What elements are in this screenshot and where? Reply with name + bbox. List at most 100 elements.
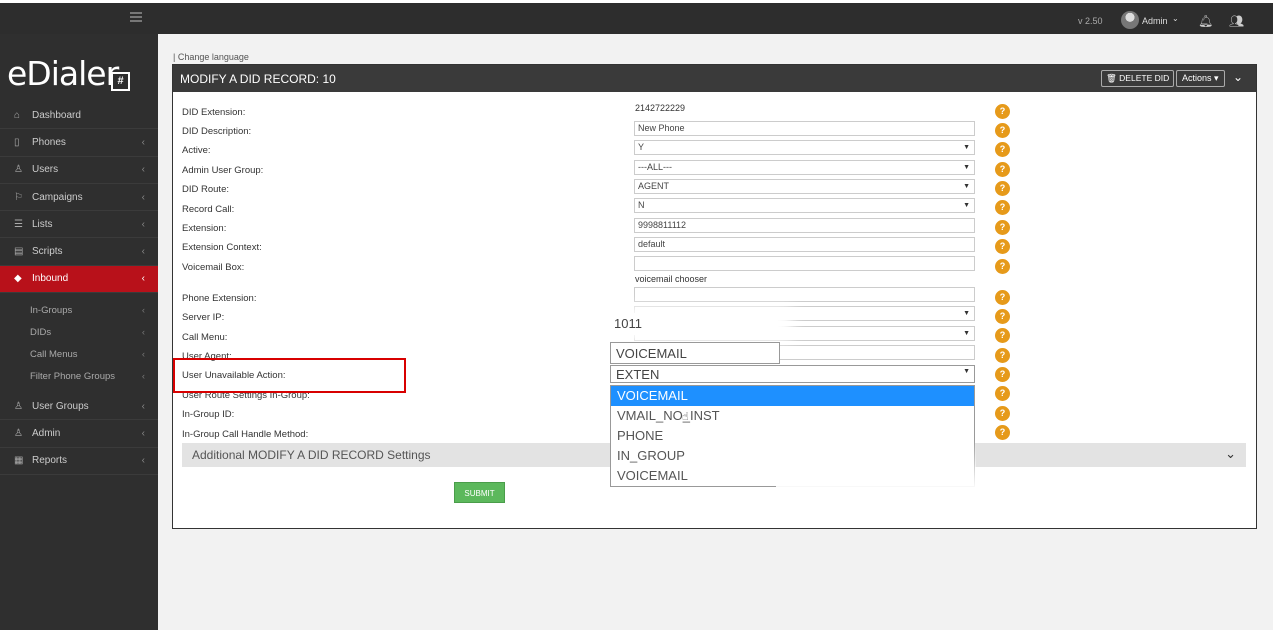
voicemail-box-input[interactable]	[634, 256, 975, 271]
label-phone-extension: Phone Extension:	[182, 293, 257, 304]
did-extension-value: 2142722229	[635, 103, 686, 113]
chevron-left-icon: ‹	[141, 304, 145, 316]
home-icon: ⌂	[14, 109, 21, 121]
sidebar-item-campaigns[interactable]: ⚐ Campaigns ‹	[0, 184, 158, 212]
help-icon[interactable]: ?	[995, 181, 1010, 196]
zoom-fade	[776, 440, 976, 490]
hand-cursor-icon: ☝︎	[682, 411, 689, 423]
sidebar-item-dashboard[interactable]: ⌂ Dashboard	[0, 102, 158, 130]
subitem-filter-phone-groups[interactable]: Filter Phone Groups ‹	[0, 365, 158, 387]
help-icon[interactable]: ?	[995, 367, 1010, 382]
chevron-down-icon[interactable]: ⌄	[1172, 14, 1179, 23]
caret-down-icon: ▼	[963, 310, 970, 317]
chevron-left-icon: ‹	[141, 273, 145, 285]
submit-button[interactable]: SUBMIT	[454, 482, 505, 503]
caret-down-icon: ▼	[963, 330, 970, 337]
user-unavailable-action-select[interactable]: EXTEN ▼	[610, 365, 975, 383]
help-icon[interactable]: ?	[995, 104, 1010, 119]
panel-header: MODIFY A DID RECORD: 10 🗑︎ DELETE DID Ac…	[173, 65, 1256, 92]
help-icon[interactable]: ?	[995, 386, 1010, 401]
panel-title: MODIFY A DID RECORD: 10	[180, 72, 336, 86]
sidebar-item-user-groups[interactable]: ♙ User Groups ‹	[0, 393, 158, 421]
label-admin-user-group: Admin User Group:	[182, 165, 264, 176]
chevron-left-icon: ‹	[141, 370, 145, 382]
help-icon[interactable]: ?	[995, 348, 1010, 363]
sidebar-item-users[interactable]: ♙ Users ‹	[0, 157, 158, 184]
did-description-input[interactable]: New Phone	[634, 121, 975, 136]
label-record-call: Record Call:	[182, 204, 235, 215]
admin-icon: ♙	[14, 428, 23, 440]
sidebar-item-inbound[interactable]: ◆ Inbound ‹	[0, 265, 158, 294]
logo-mark: #	[111, 72, 130, 91]
trash-icon: 🗑︎	[1106, 73, 1117, 83]
chevron-left-icon: ‹	[141, 246, 145, 258]
chevron-left-icon: ‹	[141, 218, 145, 230]
delete-did-button[interactable]: 🗑︎ DELETE DID	[1101, 70, 1175, 87]
chevron-down-icon[interactable]: ⌄	[1225, 446, 1236, 462]
help-icon[interactable]: ?	[995, 142, 1010, 157]
menu-icon[interactable]	[130, 12, 142, 22]
inbound-subnav: In-Groups ‹ DIDs ‹ Call Menus ‹ Filter Phon…	[0, 293, 158, 394]
extension-context-input[interactable]: default	[634, 237, 975, 252]
chevron-left-icon: ‹	[141, 191, 145, 203]
chevron-left-icon: ‹	[141, 348, 145, 360]
label-in-group-call-handle: In-Group Call Handle Method:	[182, 429, 309, 440]
label-did-description: DID Description:	[182, 126, 252, 137]
user-avatar[interactable]	[1121, 11, 1139, 29]
help-icon[interactable]: ?	[995, 406, 1010, 421]
label-extension-context: Extension Context:	[182, 242, 262, 253]
change-language-link[interactable]: | Change language	[173, 52, 249, 62]
chevron-left-icon: ‹	[141, 428, 145, 440]
help-icon[interactable]: ?	[995, 328, 1010, 343]
user-agent-zoom-input[interactable]: VOICEMAIL	[610, 342, 780, 364]
caret-down-icon: ▼	[963, 164, 970, 171]
did-route-select[interactable]: AGENT ▼	[634, 179, 975, 194]
list-icon: ☰	[14, 218, 23, 230]
caret-down-icon: ▼	[963, 202, 970, 209]
extension-input[interactable]: 9998811112	[634, 218, 975, 233]
users-icon[interactable]: 👥︎	[1229, 14, 1244, 28]
label-call-menu: Call Menu:	[182, 332, 228, 343]
help-icon[interactable]: ?	[995, 162, 1010, 177]
subitem-call-menus[interactable]: Call Menus ‹	[0, 343, 158, 365]
bell-icon[interactable]: 🔔︎	[1198, 14, 1213, 28]
caret-down-icon: ▼	[963, 183, 970, 190]
chevron-left-icon: ‹	[141, 326, 145, 338]
voicemail-chooser-link[interactable]: voicemail chooser	[635, 274, 707, 284]
sidebar-item-admin[interactable]: ♙ Admin ‹	[0, 420, 158, 448]
help-icon[interactable]: ?	[995, 200, 1010, 215]
sidebar-item-phones[interactable]: ▯ Phones ‹	[0, 129, 158, 157]
chevron-left-icon: ‹	[141, 164, 145, 176]
label-server-ip: Server IP:	[182, 312, 225, 323]
option-vmail-no-inst[interactable]: VMAIL_NO_INST	[611, 406, 974, 426]
active-select[interactable]: Y ▼	[634, 140, 975, 155]
help-icon[interactable]: ?	[995, 239, 1010, 254]
subitem-dids[interactable]: DIDs ‹	[0, 321, 158, 343]
sidebar-nav: ⌂ Dashboard ▯ Phones ‹ ♙ Users ‹ ⚐ Campaigns ‹ …	[0, 102, 158, 475]
chevron-left-icon: ‹	[141, 455, 145, 467]
help-icon[interactable]: ?	[995, 123, 1010, 138]
option-voicemail[interactable]: VOICEMAIL	[611, 386, 974, 406]
caret-down-icon: ▾	[1214, 73, 1219, 83]
actions-dropdown-button[interactable]: Actions ▾	[1176, 70, 1225, 87]
collapse-chevron-icon[interactable]: ⌄	[1233, 70, 1243, 84]
sidebar-item-reports[interactable]: ▦ Reports ‹	[0, 448, 158, 475]
caret-down-icon: ▼	[963, 368, 970, 375]
admin-menu-label[interactable]: Admin	[1142, 16, 1168, 26]
label-extension: Extension:	[182, 223, 227, 234]
help-icon[interactable]: ?	[995, 425, 1010, 440]
help-icon[interactable]: ?	[995, 309, 1010, 324]
advanced-settings-label: Additional MODIFY A DID RECORD Settings	[192, 448, 431, 462]
record-call-select[interactable]: N ▼	[634, 198, 975, 213]
logo: eDialer	[7, 54, 119, 93]
help-icon[interactable]: ?	[995, 220, 1010, 235]
help-icon[interactable]: ?	[995, 290, 1010, 305]
version-label: v 2.50	[1078, 16, 1103, 26]
subitem-in-groups[interactable]: In-Groups ‹	[0, 299, 158, 321]
label-did-extension: DID Extension:	[182, 107, 246, 118]
sidebar-item-scripts[interactable]: ▤ Scripts ‹	[0, 238, 158, 266]
phone-extension-input[interactable]	[634, 287, 975, 302]
sidebar-item-lists[interactable]: ☰ Lists ‹	[0, 211, 158, 239]
admin-user-group-select[interactable]: ---ALL--- ▼	[634, 160, 975, 175]
help-icon[interactable]: ?	[995, 259, 1010, 274]
